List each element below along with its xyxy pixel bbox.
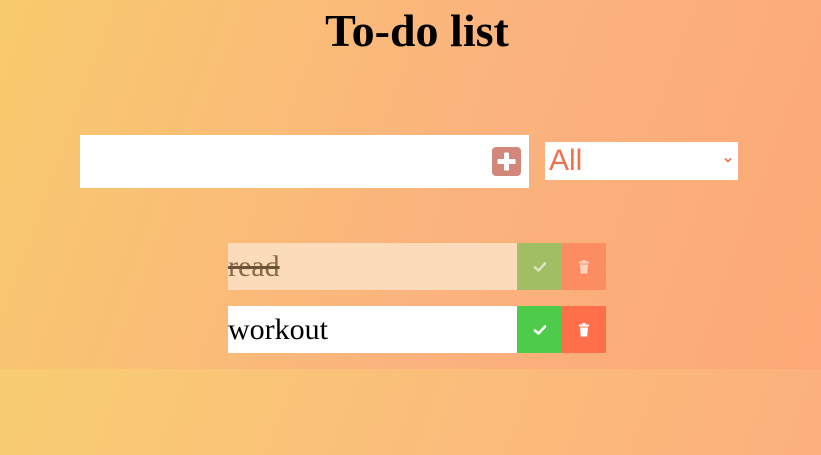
check-icon xyxy=(533,324,546,335)
todo-item-completed: read xyxy=(228,243,606,290)
page-title: To-do list xyxy=(325,5,509,56)
filter-select[interactable]: All xyxy=(545,142,738,180)
complete-button[interactable] xyxy=(517,243,562,290)
todo-item: workout xyxy=(228,306,606,353)
delete-button[interactable] xyxy=(562,243,606,290)
check-icon xyxy=(533,261,546,272)
todo-input-container xyxy=(80,135,529,188)
todo-input[interactable] xyxy=(80,135,480,188)
todo-text: workout xyxy=(228,306,517,353)
filter-selected-value: All xyxy=(549,144,583,177)
bottom-background xyxy=(0,369,821,455)
trash-icon xyxy=(579,259,589,273)
plus-square-icon xyxy=(497,152,516,171)
delete-button[interactable] xyxy=(562,306,606,353)
complete-button[interactable] xyxy=(517,306,562,353)
add-todo-button[interactable] xyxy=(492,147,521,176)
trash-icon xyxy=(579,322,589,336)
chevron-down-icon xyxy=(724,157,732,163)
todo-text: read xyxy=(228,243,517,290)
